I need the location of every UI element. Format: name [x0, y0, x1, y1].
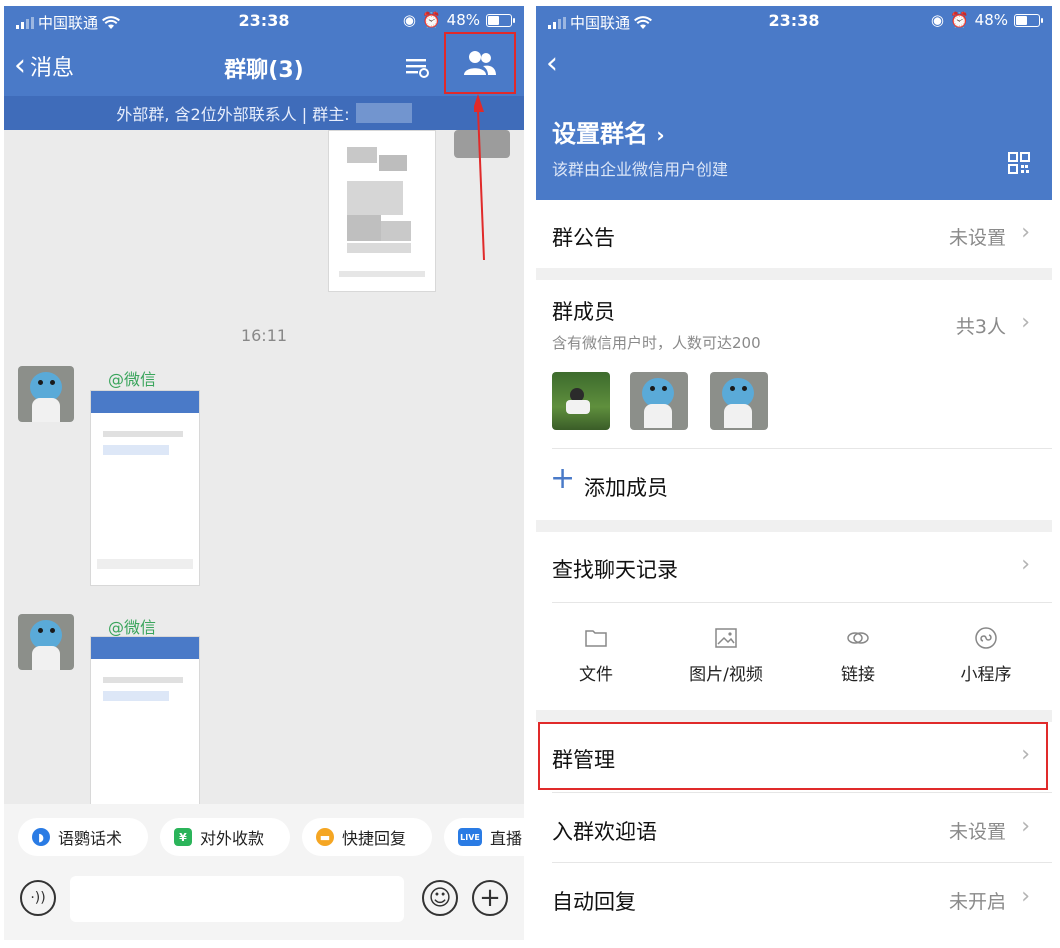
link-icon — [847, 632, 869, 644]
chevron-right-icon: › — [1021, 220, 1030, 245]
quick-action-bar: ◗ 语鹦话术 ¥ 对外收款 ▬ 快捷回复 LIVE 直播 — [4, 804, 524, 868]
image-message[interactable] — [90, 636, 200, 808]
owner-name-redacted — [355, 103, 412, 123]
chat-header: 中国联通 23:38 ◉ ⏰ 48% ‹ 消息 群聊(3) 外部群, 含2位外部… — [4, 6, 524, 130]
live-icon: LIVE — [458, 828, 482, 846]
battery-percent: 48% — [446, 11, 480, 29]
message-filter-icon[interactable] — [404, 54, 430, 80]
member-avatar[interactable] — [630, 372, 688, 430]
announcement-label: 群公告 — [552, 226, 615, 250]
member-avatar[interactable] — [710, 372, 768, 430]
quick-reply-icon: ▬ — [316, 828, 334, 846]
quick-action-payment[interactable]: ¥ 对外收款 — [160, 818, 290, 856]
chevron-right-icon: › — [1021, 884, 1030, 909]
qr-code-icon[interactable] — [1008, 152, 1030, 174]
chevron-right-icon: › — [1021, 310, 1030, 335]
highlight-box — [538, 722, 1048, 790]
payment-shield-icon: ¥ — [174, 828, 192, 846]
chat-input-bar: ·)) ☺ + — [4, 868, 524, 940]
chevron-right-icon: › — [1021, 814, 1030, 839]
quick-action-live[interactable]: LIVE 直播 — [444, 818, 524, 856]
row-auto-reply[interactable]: 自动回复 未开启 › — [536, 864, 1052, 932]
members-count: 共3人 — [955, 316, 1006, 338]
auto-reply-label: 自动回复 — [552, 890, 636, 914]
parrot-icon: ◗ — [32, 828, 50, 846]
plus-icon: + — [550, 461, 576, 496]
group-created-by: 该群由企业微信用户创建 — [552, 160, 729, 179]
orientation-lock-icon: ◉ — [930, 11, 944, 29]
row-announcement[interactable]: 群公告 未设置 › — [536, 200, 1052, 268]
chevron-right-icon: › — [656, 123, 665, 147]
message-time: 16:11 — [240, 326, 288, 345]
battery-percent: 48% — [974, 11, 1008, 29]
announcement-value: 未设置 — [948, 227, 1006, 249]
quick-action-quick-reply[interactable]: ▬ 快捷回复 — [302, 818, 432, 856]
annotation-arrow — [474, 94, 485, 261]
voice-input-icon[interactable]: ·)) — [20, 880, 56, 916]
image-icon — [715, 628, 737, 648]
set-group-name[interactable]: 设置群名 › — [552, 114, 665, 149]
quick-action-script[interactable]: ◗ 语鹦话术 — [18, 818, 148, 856]
sender-avatar[interactable] — [18, 366, 74, 422]
add-member-button[interactable]: + 添加成员 — [536, 450, 1052, 520]
message-sender: @微信 — [108, 370, 157, 389]
tool-mini-programs[interactable]: 小程序 — [936, 626, 1036, 685]
sender-avatar[interactable] — [18, 614, 74, 670]
status-bar: 中国联通 23:38 ◉ ⏰ 48% — [536, 6, 1052, 36]
add-member-label: 添加成员 — [584, 476, 668, 500]
battery-icon — [486, 13, 515, 27]
members-sub: 含有微信用户时，人数可达200 — [552, 334, 761, 352]
row-search-history[interactable]: 查找聊天记录 › — [536, 532, 1052, 602]
search-history-label: 查找聊天记录 — [552, 558, 678, 582]
welcome-label: 入群欢迎语 — [552, 820, 657, 844]
settings-header: 中国联通 23:38 ◉ ⏰ 48% ‹ 设置群名 › 该群由企业微信用户创建 — [536, 6, 1052, 200]
banner-text: 外部群, 含2位外部联系人 | 群主: — [116, 105, 350, 124]
message-input[interactable] — [70, 876, 404, 922]
tool-links[interactable]: 链接 — [808, 626, 908, 685]
alarm-icon: ⏰ — [421, 11, 441, 29]
image-message[interactable] — [90, 390, 200, 586]
message-sender: @微信 — [108, 618, 157, 637]
folder-icon — [585, 630, 607, 647]
chat-screen: 中国联通 23:38 ◉ ⏰ 48% ‹ 消息 群聊(3) 外部群, 含2位外部… — [4, 6, 524, 940]
tool-media[interactable]: 图片/视频 — [676, 626, 776, 685]
members-label: 群成员 — [552, 300, 615, 324]
auto-reply-value: 未开启 — [948, 891, 1006, 913]
emoji-icon[interactable]: ☺ — [422, 880, 458, 916]
group-members-icon — [464, 51, 496, 75]
row-welcome-message[interactable]: 入群欢迎语 未设置 › — [536, 794, 1052, 862]
member-avatar[interactable] — [552, 372, 610, 430]
image-message[interactable] — [328, 130, 436, 292]
tool-files[interactable]: 文件 — [546, 626, 646, 685]
plus-icon[interactable]: + — [472, 880, 508, 916]
back-button[interactable]: ‹ — [546, 46, 558, 81]
group-settings-screen: 中国联通 23:38 ◉ ⏰ 48% ‹ 设置群名 › 该群由企业微信用户创建 — [536, 6, 1052, 940]
chevron-right-icon: › — [1021, 552, 1030, 577]
orientation-lock-icon: ◉ — [402, 11, 416, 29]
row-members[interactable]: 群成员 含有微信用户时，人数可达200 共3人 › — [536, 280, 1052, 372]
mini-program-icon — [975, 627, 997, 649]
external-group-banner: 外部群, 含2位外部联系人 | 群主: — [4, 96, 524, 130]
alarm-icon: ⏰ — [949, 11, 969, 29]
welcome-value: 未设置 — [948, 821, 1006, 843]
chat-nav-bar: ‹ 消息 群聊(3) — [4, 32, 524, 94]
group-members-button[interactable] — [444, 32, 516, 94]
battery-icon — [1014, 13, 1043, 27]
